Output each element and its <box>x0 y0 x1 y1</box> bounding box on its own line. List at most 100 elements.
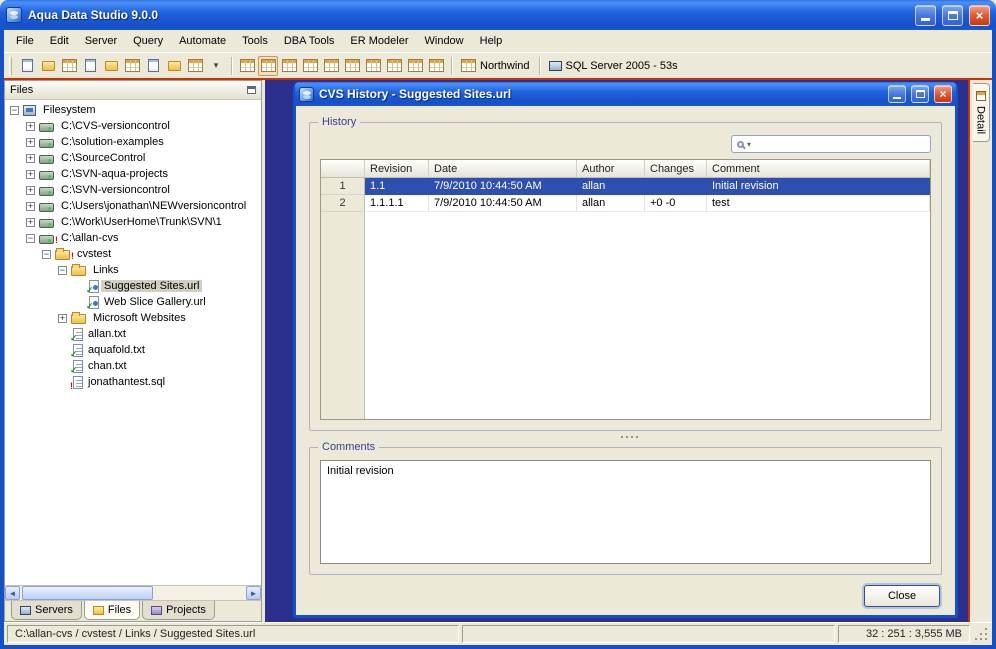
search-box[interactable]: ▾ <box>731 135 931 153</box>
results-form-icon[interactable] <box>321 56 341 76</box>
tree-item[interactable]: −! cvstest <box>5 246 261 262</box>
tree-item[interactable]: − Links <box>5 262 261 278</box>
collapse-icon[interactable]: − <box>42 249 51 259</box>
close-button[interactable]: × <box>969 4 990 26</box>
collapse-icon[interactable]: − <box>58 265 67 275</box>
import-tool-icon[interactable] <box>143 56 163 76</box>
expand-icon[interactable]: + <box>26 121 35 131</box>
column-header-changes[interactable]: Changes <box>645 160 707 177</box>
history-row[interactable]: 2 1.1.1.1 7/9/2010 10:44:50 AM allan +0 -0 te… <box>321 195 930 212</box>
results-html-icon[interactable] <box>342 56 362 76</box>
column-header-date[interactable]: Date <box>429 160 577 177</box>
scrollbar-track[interactable] <box>20 586 246 600</box>
comments-group-label: Comments <box>318 441 380 453</box>
column-header-author[interactable]: Author <box>577 160 645 177</box>
dialog-title-bar[interactable]: CVS History - Suggested Sites.url × <box>295 82 956 106</box>
results-export-icon[interactable] <box>426 56 446 76</box>
tree-item[interactable]: + C:\SourceControl <box>5 150 261 166</box>
query-analyzer-icon[interactable] <box>101 56 121 76</box>
menu-item-server[interactable]: Server <box>77 30 125 52</box>
results-chart-icon[interactable] <box>405 56 425 76</box>
minimize-button[interactable] <box>915 4 936 26</box>
dialog-close-button[interactable]: × <box>934 85 952 103</box>
column-header-comment[interactable]: Comment <box>707 160 930 177</box>
database-selector[interactable]: Northwind <box>457 56 534 76</box>
status-memory[interactable]: 32 : 251 : 3,555 MB <box>838 625 970 643</box>
server-properties-icon[interactable] <box>38 56 58 76</box>
collapse-icon[interactable]: − <box>26 233 35 243</box>
tab-servers[interactable]: Servers <box>11 601 82 620</box>
menu-item-edit[interactable]: Edit <box>42 30 77 52</box>
expand-icon[interactable]: + <box>26 217 35 227</box>
menu-item-help[interactable]: Help <box>472 30 511 52</box>
tree-item[interactable]: + C:\SVN-versioncontrol <box>5 182 261 198</box>
tree-item[interactable]: + C:\SVN-aqua-projects <box>5 166 261 182</box>
tree-item[interactable]: + C:\solution-examples <box>5 134 261 150</box>
results-text-icon[interactable] <box>279 56 299 76</box>
results-xml-icon[interactable] <box>384 56 404 76</box>
menu-item-automate[interactable]: Automate <box>171 30 234 52</box>
expand-icon[interactable]: + <box>26 169 35 179</box>
tree-item[interactable]: ✓ Suggested Sites.url <box>5 278 261 294</box>
dialog-maximize-button[interactable] <box>911 85 929 103</box>
menu-item-dba-tools[interactable]: DBA Tools <box>276 30 343 52</box>
tree-item[interactable]: ! jonathantest.sql <box>5 374 261 390</box>
scrollbar-thumb[interactable] <box>22 586 154 600</box>
menu-item-er-modeler[interactable]: ER Modeler <box>342 30 416 52</box>
tree-item[interactable]: ✓ allan.txt <box>5 326 261 342</box>
expand-icon[interactable]: + <box>26 153 35 163</box>
check-marker-icon: ✓ <box>70 348 78 359</box>
register-server-icon[interactable] <box>17 56 37 76</box>
menu-item-file[interactable]: File <box>8 30 42 52</box>
tree-item[interactable]: + C:\Users\jonathan\NEWversioncontrol <box>5 198 261 214</box>
tree-item[interactable]: ✓ Web Slice Gallery.url <box>5 294 261 310</box>
tab-projects[interactable]: Projects <box>142 601 215 620</box>
schema-browser-icon[interactable] <box>80 56 100 76</box>
float-panel-icon[interactable] <box>247 86 256 94</box>
results-excel-icon[interactable] <box>363 56 383 76</box>
title-bar[interactable]: Aqua Data Studio 9.0.0 × <box>0 0 996 30</box>
automation-icon[interactable] <box>185 56 205 76</box>
tree-item[interactable]: + Microsoft Websites <box>5 310 261 326</box>
tree-item[interactable]: −! C:\allan-cvs <box>5 230 261 246</box>
maximize-button[interactable] <box>942 4 963 26</box>
column-header-revision[interactable]: Revision <box>365 160 429 177</box>
tree-item[interactable]: ✓ chan.txt <box>5 358 261 374</box>
expand-icon[interactable]: + <box>26 137 35 147</box>
tree-item[interactable]: − Filesystem <box>5 102 261 118</box>
expand-icon[interactable]: + <box>58 313 67 323</box>
collapse-icon[interactable]: − <box>10 105 19 115</box>
expand-icon[interactable]: + <box>26 185 35 195</box>
horizontal-scrollbar[interactable]: ◄ ► <box>5 585 261 600</box>
projects-tab-icon <box>151 605 163 615</box>
menu-item-tools[interactable]: Tools <box>234 30 276 52</box>
expand-icon[interactable]: + <box>26 201 35 211</box>
active-documents-icon[interactable] <box>237 56 257 76</box>
resize-grip[interactable] <box>973 625 989 643</box>
windows-list-icon[interactable] <box>59 56 79 76</box>
tree-item[interactable]: ✓ aquafold.txt <box>5 342 261 358</box>
window-dropdown-icon[interactable]: ▾ <box>206 56 226 76</box>
search-input[interactable] <box>754 138 925 150</box>
history-row[interactable]: 1 1.1 7/9/2010 10:44:50 AM allan Initial rev… <box>321 178 930 195</box>
comments-text[interactable]: Initial revision <box>320 460 931 564</box>
toolbar-grip[interactable] <box>9 56 12 75</box>
close-dialog-button[interactable]: Close <box>864 585 940 607</box>
dialog-minimize-button[interactable] <box>888 85 906 103</box>
er-modeler-icon[interactable] <box>164 56 184 76</box>
results-grid-icon[interactable] <box>258 55 278 76</box>
tree-item[interactable]: + C:\CVS-versioncontrol <box>5 118 261 134</box>
tree-item-label: Filesystem <box>43 104 96 116</box>
tab-files[interactable]: Files <box>83 601 141 620</box>
chevron-down-icon[interactable]: ▾ <box>747 140 751 149</box>
table-data-editor-icon[interactable] <box>122 56 142 76</box>
detail-tab[interactable]: Detail <box>972 83 990 143</box>
tree-item-label: C:\CVS-versioncontrol <box>61 120 170 132</box>
menu-item-query[interactable]: Query <box>125 30 171 52</box>
scroll-left-button[interactable]: ◄ <box>5 586 20 600</box>
splitter-handle[interactable] <box>309 431 942 443</box>
menu-item-window[interactable]: Window <box>417 30 472 52</box>
tree-item[interactable]: + C:\Work\UserHome\Trunk\SVN\1 <box>5 214 261 230</box>
scroll-right-button[interactable]: ► <box>246 586 261 600</box>
results-pivot-icon[interactable] <box>300 56 320 76</box>
